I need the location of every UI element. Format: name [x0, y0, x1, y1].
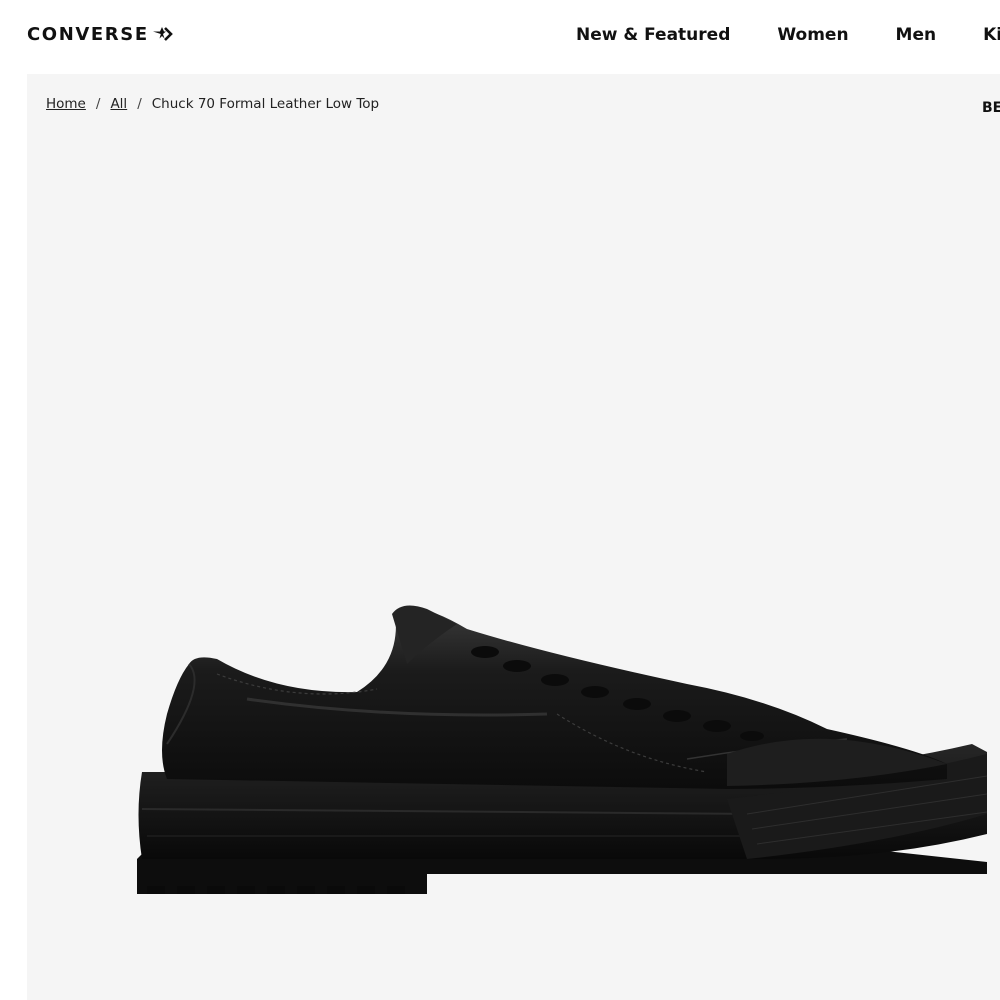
product-page: CONVERSE New & Featured Women Men Kids H… — [0, 0, 1000, 1000]
breadcrumb-all[interactable]: All — [110, 96, 127, 112]
nav-men[interactable]: Men — [896, 25, 937, 45]
nav-new-featured[interactable]: New & Featured — [576, 25, 730, 45]
breadcrumb: Home / All / Chuck 70 Formal Leather Low… — [46, 96, 379, 112]
breadcrumb-current: Chuck 70 Formal Leather Low Top — [151, 96, 380, 112]
converse-logo[interactable]: CONVERSE — [27, 22, 173, 46]
site-header: CONVERSE New & Featured Women Men Kids — [0, 0, 1000, 74]
breadcrumb-separator: / — [95, 96, 101, 112]
product-image[interactable] — [127, 514, 1000, 894]
converse-chevron-star-icon — [152, 27, 173, 41]
logo-text: CONVERSE — [27, 23, 149, 45]
nav-kids[interactable]: Kids — [983, 25, 1000, 45]
shoe-upper — [162, 605, 947, 789]
breadcrumb-separator: / — [137, 96, 142, 112]
nav-women[interactable]: Women — [777, 25, 848, 45]
product-badge: BE — [982, 100, 1000, 116]
product-gallery: Home / All / Chuck 70 Formal Leather Low… — [27, 74, 1000, 1000]
main-nav: New & Featured Women Men Kids — [576, 22, 1000, 48]
breadcrumb-home[interactable]: Home — [46, 96, 86, 112]
